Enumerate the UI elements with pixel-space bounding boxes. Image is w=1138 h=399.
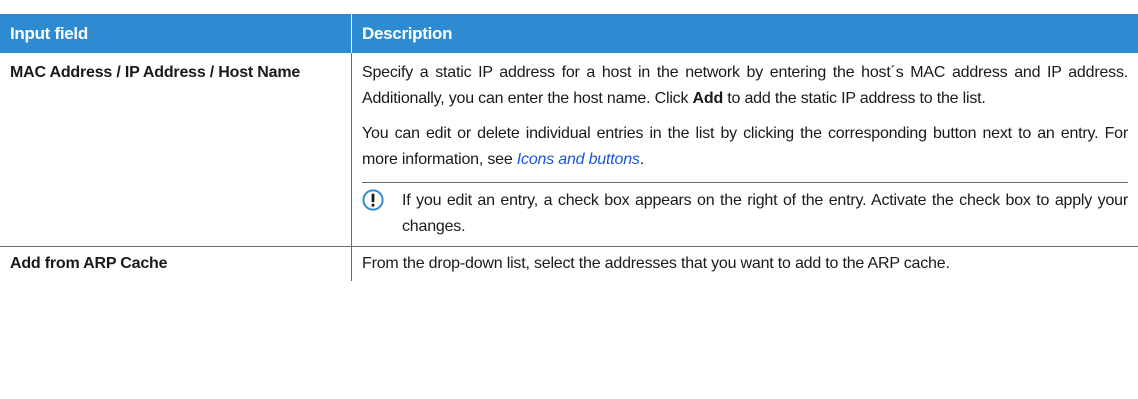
table-header-row: Input field Description xyxy=(0,14,1138,53)
note-box: If you edit an entry, a check box appear… xyxy=(362,182,1128,246)
field-name-cell: Add from ARP Cache xyxy=(0,246,352,281)
table-row: MAC Address / IP Address / Host Name Spe… xyxy=(0,53,1138,247)
description-cell: Specify a static IP address for a host i… xyxy=(351,53,1138,247)
description-paragraph: Specify a static IP address for a host i… xyxy=(362,60,1128,112)
header-description: Description xyxy=(351,14,1138,53)
parameter-table: Input field Description MAC Address / IP… xyxy=(0,14,1138,281)
note-text: If you edit an entry, a check box appear… xyxy=(402,192,1128,235)
header-input-field: Input field xyxy=(0,14,352,53)
add-keyword: Add xyxy=(692,90,724,107)
table-row: Add from ARP Cache From the drop-down li… xyxy=(0,246,1138,281)
description-paragraph: You can edit or delete individual entrie… xyxy=(362,121,1128,173)
description-cell: From the drop-down list, select the addr… xyxy=(362,255,950,272)
icons-and-buttons-link[interactable]: Icons and buttons xyxy=(517,151,640,168)
description-text: to add the static IP address to the list… xyxy=(723,90,986,107)
info-exclamation-icon xyxy=(362,189,384,211)
description-text: You can edit or delete individual entrie… xyxy=(362,125,1128,168)
description-text: . xyxy=(639,151,644,168)
field-name-cell: MAC Address / IP Address / Host Name xyxy=(0,53,352,247)
